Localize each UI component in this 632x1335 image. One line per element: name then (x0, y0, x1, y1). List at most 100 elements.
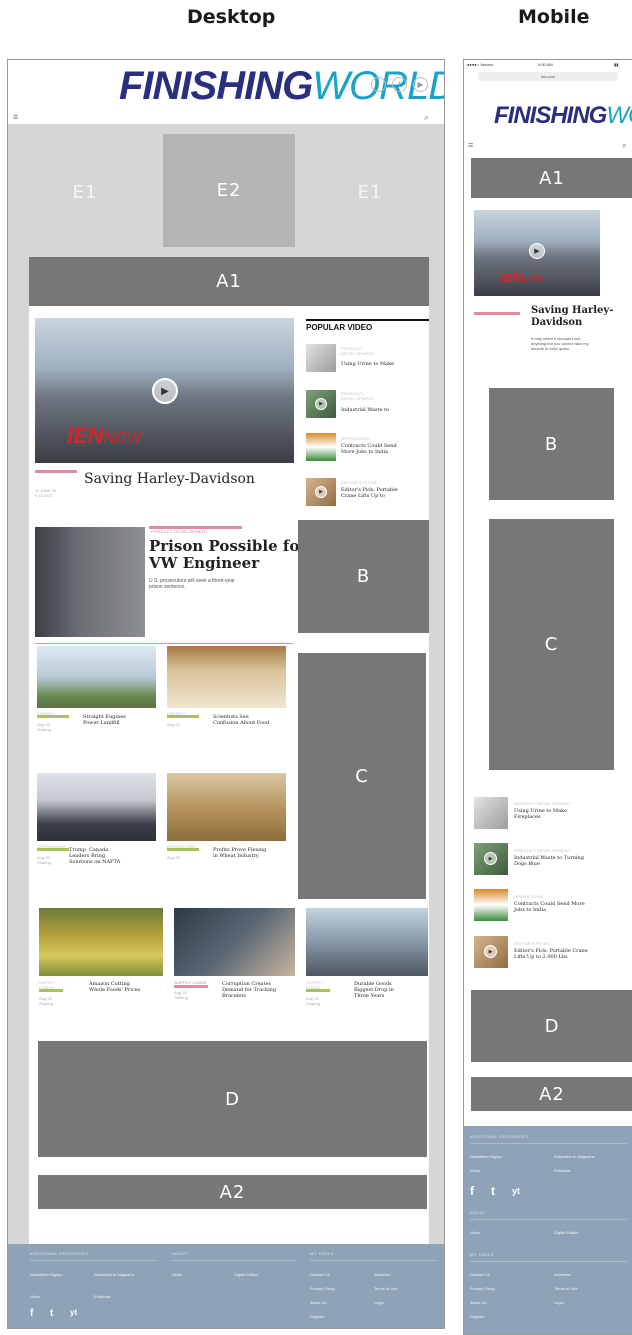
url-bar[interactable]: ien.com (478, 72, 618, 81)
facebook-icon[interactable]: f (371, 77, 386, 92)
footer-link[interactable]: Video (30, 1294, 40, 1299)
desktop-heading: Desktop (187, 6, 276, 28)
play-icon[interactable]: ▶ (315, 398, 327, 410)
footer-col2-title: ABOUT (172, 1251, 188, 1256)
hero-headline[interactable]: Saving Harley-Davidson (84, 471, 255, 487)
footer-link[interactable]: About Us (310, 1300, 326, 1305)
grid3-title-1[interactable]: Amazon Cutting Whole Foods' Prices (89, 981, 140, 994)
popular-thumb-1[interactable] (306, 344, 336, 372)
search-icon[interactable]: ⌕ (424, 112, 429, 123)
footer-link[interactable]: Login (374, 1300, 384, 1305)
mobile-list-title-2[interactable]: Industrial Waste to Turning Dogs Blue (514, 855, 584, 868)
footer-link[interactable]: Advertise (554, 1272, 571, 1277)
footer-link[interactable]: Newsletter Signup (470, 1154, 502, 1159)
desktop-frame: FINISHINGWORLD f t ▶ ≡ ⌕ E1 E2 E1 A1 ▶ I… (7, 59, 445, 1329)
footer-link[interactable]: Editorials (554, 1168, 570, 1173)
footer-link[interactable]: Register (470, 1314, 485, 1319)
search-icon[interactable]: ⌕ (622, 140, 627, 151)
play-icon[interactable]: ▶ (484, 945, 497, 958)
footer-link[interactable]: Terms of Use (374, 1286, 398, 1291)
footer-link[interactable]: Contact Us (470, 1272, 490, 1277)
grid3-title-2[interactable]: Corruption Creates Demand for Tracking B… (222, 981, 276, 999)
mobile-hero-headline[interactable]: Saving Harley- Davidson (531, 305, 613, 328)
ien-now-badge: IENNOW (67, 423, 141, 449)
footer-link[interactable]: Video (172, 1272, 182, 1277)
slot-b-mobile: B (489, 388, 614, 500)
status-time: 9:00 AM (538, 62, 553, 67)
footer-link[interactable]: Advertise (374, 1272, 391, 1277)
footer-link[interactable]: Register (310, 1314, 325, 1319)
mobile-list-thumb-3[interactable] (474, 889, 508, 921)
mobile-list-thumb-2[interactable]: ▶ (474, 843, 508, 875)
grid1-image-2[interactable] (167, 646, 286, 708)
footer-link[interactable]: Subscribe to Magazine (94, 1272, 135, 1277)
grid1-title-2[interactable]: Scientists See Confusion About Food (213, 714, 269, 727)
footer-link[interactable]: Contact Us (310, 1272, 330, 1277)
logo-part-1: FINISHING (494, 102, 607, 129)
footer-link[interactable]: Digital Edition (234, 1272, 258, 1277)
grid3-image-3[interactable] (306, 908, 428, 976)
footer-link[interactable]: Video (470, 1230, 480, 1235)
feature-headline[interactable]: Prison Possible for VW Engineer (149, 537, 307, 573)
menu-icon[interactable]: ≡ (468, 140, 473, 150)
mobile-hero-video[interactable]: ▶ IENNOW (474, 210, 600, 296)
grid3-cat-3: SUPPLY CHAIN (306, 980, 324, 990)
grid1-image-1[interactable] (37, 646, 156, 708)
popular-cat-1: PRODUCT DEVELOPMENT (341, 346, 375, 356)
grid3-title-3[interactable]: Durable Goods Biggest Drop in Three Year… (354, 981, 394, 999)
footer-youtube-icon[interactable]: yt (70, 1308, 77, 1317)
footer-link[interactable]: About Us (470, 1300, 486, 1305)
menu-icon[interactable]: ≡ (13, 112, 18, 122)
footer-link[interactable]: Login (554, 1300, 564, 1305)
footer-link[interactable]: Privacy Policy (470, 1286, 495, 1291)
footer-twitter-icon[interactable]: t (50, 1308, 53, 1319)
slot-a2: A2 (38, 1175, 427, 1209)
play-icon[interactable]: ▶ (152, 378, 178, 404)
grid3-image-2[interactable] (174, 908, 295, 976)
mobile-list-title-4[interactable]: Editor's Pick: Portable Crane Lifts Up t… (514, 948, 588, 961)
play-icon[interactable]: ▶ (529, 243, 545, 259)
grid2-title-1[interactable]: Trump, Canada Leaders Bring Solutions on… (69, 847, 120, 865)
footer-link[interactable]: Privacy Policy (310, 1286, 335, 1291)
mobile-list-title-1[interactable]: Using Urine to Make Fireplaces (514, 808, 567, 821)
footer-facebook-icon[interactable]: f (470, 1184, 474, 1198)
footer-link[interactable]: Digital Edition (554, 1230, 578, 1235)
mobile-logo[interactable]: FINISHINGWORLD (494, 102, 632, 130)
section-divider (35, 643, 293, 644)
grid1-title-1[interactable]: Straight Engines Power Landfill (83, 714, 126, 727)
mobile-list-thumb-1[interactable] (474, 797, 508, 829)
grid2-cat-1: OPERATIONS (37, 844, 66, 849)
grid2-image-1[interactable] (37, 773, 156, 841)
popular-thumb-4[interactable]: ▶ (306, 478, 336, 506)
mobile-list-thumb-4[interactable]: ▶ (474, 936, 508, 968)
popular-title-1[interactable]: Using Urine to Make (341, 361, 394, 368)
popular-title-4[interactable]: Editor's Pick: Portable Crane Lifts Up t… (341, 487, 398, 500)
play-icon[interactable]: ▶ (484, 852, 497, 865)
footer-youtube-icon[interactable]: yt (512, 1186, 520, 1196)
grid2-image-2[interactable] (167, 773, 286, 841)
popular-thumb-3[interactable] (306, 433, 336, 461)
play-icon[interactable]: ▶ (315, 486, 327, 498)
mobile-list-cat-3: OPERATIONS (514, 894, 543, 899)
footer-link[interactable]: Terms of Use (554, 1286, 578, 1291)
twitter-icon[interactable]: t (392, 77, 407, 92)
popular-title-3[interactable]: Contracts Could Send More Jobs to India (341, 443, 397, 456)
grid3-image-1[interactable] (39, 908, 163, 976)
hero-video-thumbnail[interactable]: ▶ IENNOW (35, 318, 294, 463)
grid2-title-2[interactable]: Profits Prove Flexing in Wheat Industry (213, 847, 266, 860)
slot-e1-right: E1 (357, 181, 383, 203)
feature-image[interactable] (35, 527, 145, 637)
mobile-list-title-3[interactable]: Contracts Could Send More Jobs to India (514, 901, 585, 914)
footer-link[interactable]: Newsletter Signup (30, 1272, 62, 1277)
popular-thumb-2[interactable]: ▶ (306, 390, 336, 418)
logo-part-2: WORLD (606, 102, 632, 129)
footer-link[interactable]: Video (470, 1168, 480, 1173)
footer-facebook-icon[interactable]: f (30, 1308, 33, 1319)
youtube-icon[interactable]: ▶ (413, 77, 428, 92)
footer-link[interactable]: Subscribe to Magazine (554, 1154, 595, 1159)
footer-col1-title: ADDITIONAL RESOURCES (30, 1251, 89, 1256)
footer-link[interactable]: Editorials (94, 1294, 110, 1299)
footer-twitter-icon[interactable]: t (491, 1184, 495, 1198)
desktop-footer: ADDITIONAL RESOURCES ABOUT MY TOOLS News… (8, 1244, 444, 1328)
popular-title-2[interactable]: Industrial Waste to (341, 407, 389, 414)
